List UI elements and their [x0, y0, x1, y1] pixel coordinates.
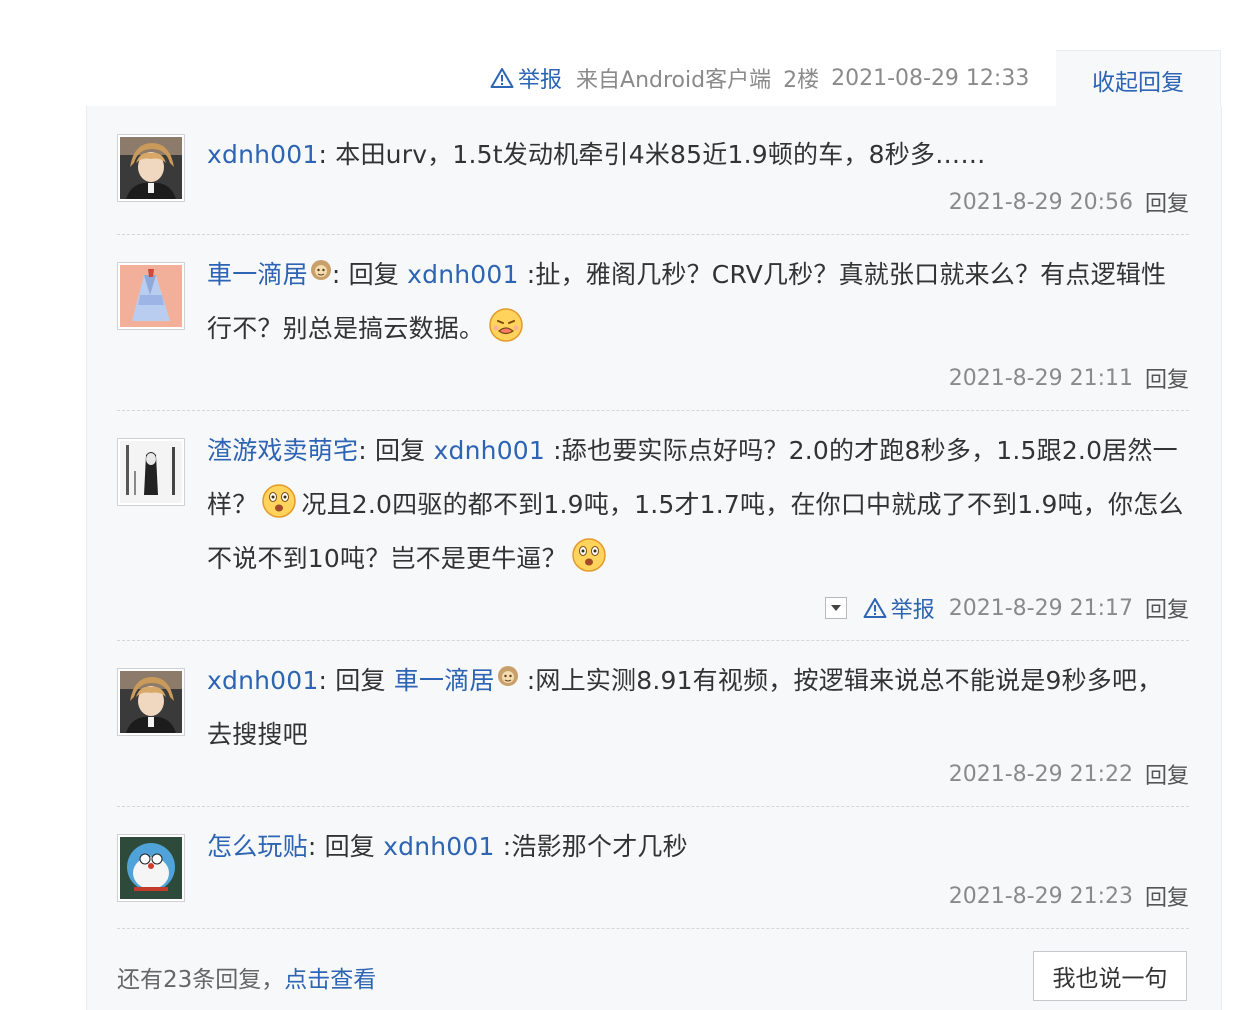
reply-time: 2021-8-29 20:56: [948, 189, 1133, 215]
add-comment-button[interactable]: 我也说一句: [1033, 951, 1187, 1001]
reply-item: 怎么玩贴: 回复 xdnh001 :浩影那个才几秒 2021-8-29 21:2…: [117, 806, 1189, 929]
level-badge-icon: [497, 666, 518, 686]
username-link[interactable]: 怎么玩贴: [207, 832, 308, 861]
reply-item: 車一滴居: 回复 xdnh001 :扯，雅阁几秒？CRV几秒？真就张口就来么？有…: [117, 234, 1189, 411]
view-more-link[interactable]: 点击查看: [284, 967, 376, 993]
dropdown-arrow-icon: [830, 605, 841, 611]
reply-prefix: 回复: [374, 436, 434, 465]
emoji-face-icon: [489, 308, 523, 342]
reply-content: 渣游戏卖萌宅: 回复 xdnh001 :舔也要实际点好吗？2.0的才跑8秒多，1…: [207, 424, 1187, 586]
post-meta: 举报 来自Android客户端 2楼 2021-08-29 12:33: [490, 60, 1041, 96]
more-options-dropdown[interactable]: [824, 597, 847, 619]
username-link[interactable]: xdnh001: [207, 666, 318, 695]
reply-footer: 2021-8-29 21:23 回复: [949, 880, 1189, 912]
avatar[interactable]: [117, 262, 185, 330]
reply-prefix: 回复: [335, 666, 394, 695]
reply-time: 2021-8-29 21:11: [948, 365, 1133, 391]
reply-button[interactable]: 回复: [1145, 186, 1189, 218]
username-link[interactable]: xdnh001: [207, 140, 318, 169]
more-replies: 还有23条回复，点击查看: [117, 960, 376, 994]
post-datetime: 2021-08-29 12:33: [831, 65, 1030, 91]
reply-prefix: 回复: [324, 832, 384, 861]
reply-thread: 举报 来自Android客户端 2楼 2021-08-29 12:33 收起回复: [0, 0, 1238, 1010]
reply-content: xdnh001: 回复 車一滴居 :网上实测8.91有视频，按逻辑来说总不能说是…: [207, 654, 1187, 762]
avatar[interactable]: [117, 438, 185, 506]
name-separator: :: [331, 260, 349, 289]
report-link[interactable]: 举报: [490, 62, 562, 94]
reply-item: xdnh001: 回复 車一滴居 :网上实测8.91有视频，按逻辑来说总不能说是…: [117, 640, 1189, 807]
reply-prefix: 回复: [348, 260, 408, 289]
reply-footer: 2021-8-29 21:22 回复: [949, 758, 1189, 790]
warning-icon: [863, 598, 887, 618]
emoji-face-icon: [262, 484, 297, 518]
reply-time: 2021-8-29 21:17: [948, 595, 1133, 621]
reply-content: xdnh001: 本田urv，1.5t发动机牵引4米85近1.9顿的车，8秒多……: [207, 128, 1187, 182]
reply-item: 渣游戏卖萌宅: 回复 xdnh001 :舔也要实际点好吗？2.0的才跑8秒多，1…: [117, 410, 1189, 641]
emoji-face-icon: [572, 538, 606, 572]
more-replies-text: 还有23条回复，: [117, 967, 285, 993]
avatar[interactable]: [117, 668, 185, 736]
collapse-replies-button[interactable]: 收起回复: [1056, 50, 1221, 109]
name-separator: :: [358, 436, 375, 465]
reply-target-link[interactable]: xdnh001: [407, 260, 518, 289]
reply-panel: xdnh001: 本田urv，1.5t发动机牵引4米85近1.9顿的车，8秒多……: [86, 106, 1222, 1010]
name-separator: :: [318, 140, 336, 169]
report-label[interactable]: 举报: [891, 592, 935, 624]
reply-target-link[interactable]: 車一滴居: [394, 666, 495, 695]
avatar[interactable]: [117, 834, 185, 902]
reply-item: xdnh001: 本田urv，1.5t发动机牵引4米85近1.9顿的车，8秒多……: [117, 106, 1189, 235]
reply-text: :浩影那个才几秒: [494, 832, 688, 861]
reply-text-continued: 况且2.0四驱的都不到1.9吨，1.5才1.7吨，在你口中就成了不到1.9吨，你…: [207, 490, 1184, 573]
reply-footer: 举报 2021-8-29 21:17 回复: [824, 592, 1189, 624]
reply-time: 2021-8-29 21:23: [948, 883, 1133, 909]
reply-content: 怎么玩贴: 回复 xdnh001 :浩影那个才几秒: [207, 820, 1187, 874]
reply-button[interactable]: 回复: [1145, 362, 1189, 394]
collapse-label[interactable]: 收起回复: [1092, 63, 1184, 97]
add-comment-label[interactable]: 我也说一句: [1053, 959, 1168, 993]
reply-target-link[interactable]: xdnh001: [434, 436, 545, 465]
username-link[interactable]: 渣游戏卖萌宅: [207, 436, 358, 465]
name-separator: :: [307, 832, 325, 861]
level-badge-icon: [310, 260, 331, 280]
warning-icon: [490, 68, 514, 88]
reply-content: 車一滴居: 回复 xdnh001 :扯，雅阁几秒？CRV几秒？真就张口就来么？有…: [207, 248, 1187, 356]
reply-button[interactable]: 回复: [1145, 758, 1189, 790]
reply-target-link[interactable]: xdnh001: [383, 832, 494, 861]
reply-button[interactable]: 回复: [1145, 880, 1189, 912]
post-source: 来自Android客户端: [576, 68, 772, 93]
report-label[interactable]: 举报: [518, 62, 562, 94]
reply-footer: 2021-8-29 21:11 回复: [949, 362, 1189, 394]
floor-number: 2楼: [783, 68, 820, 93]
reply-text: 本田urv，1.5t发动机牵引4米85近1.9顿的车，8秒多……: [335, 140, 986, 169]
reply-button[interactable]: 回复: [1145, 592, 1189, 624]
reply-footer: 2021-8-29 20:56 回复: [949, 186, 1189, 218]
name-separator: :: [318, 666, 336, 695]
avatar[interactable]: [117, 134, 185, 202]
reply-time: 2021-8-29 21:22: [948, 761, 1133, 787]
username-link[interactable]: 車一滴居: [207, 260, 308, 289]
report-link[interactable]: 举报: [863, 592, 935, 624]
